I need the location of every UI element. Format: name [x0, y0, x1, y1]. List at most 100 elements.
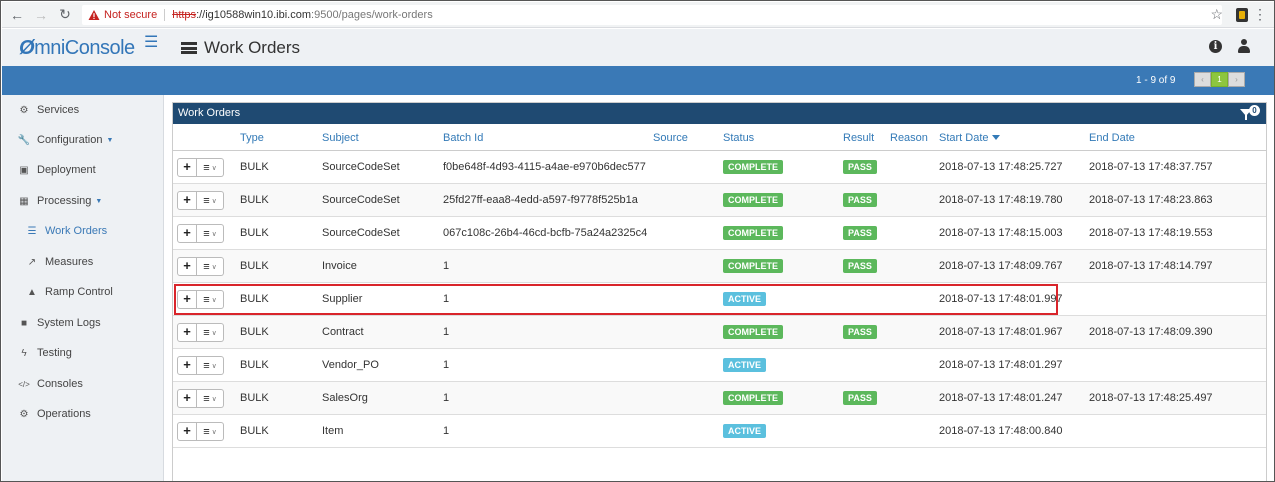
row-menu-button[interactable]: ≡ ∨ — [197, 224, 224, 243]
table-row[interactable]: + ≡ ∨ BULK Contract 1 COMPLETE PASS 2018-07-13 1… — [173, 316, 1266, 349]
sidebar-item-system-logs[interactable]: ■ System Logs — [18, 312, 101, 334]
page-title: Work Orders — [181, 38, 300, 58]
panel-title: Work Orders — [178, 107, 241, 119]
filter-count-badge: 0 — [1249, 105, 1260, 116]
row-actions: + ≡ ∨ — [177, 224, 224, 243]
sidebar-item-label: Testing — [37, 347, 72, 359]
cell-end-date: 2018-07-13 17:48:37.757 — [1089, 161, 1213, 173]
result-badge: PASS — [843, 160, 877, 174]
sidebar-item-work-orders[interactable]: ☰ Work Orders — [26, 220, 108, 242]
chevron-down-icon: ∨ — [211, 395, 217, 403]
reload-icon[interactable]: ↻ — [56, 6, 74, 24]
road-icon: ▲ — [27, 286, 37, 298]
expand-plus-button[interactable]: + — [177, 224, 197, 243]
filter-icon[interactable]: 0 — [1240, 105, 1260, 122]
user-icon[interactable] — [1238, 39, 1250, 53]
cell-batch-id: 1 — [443, 392, 450, 404]
cell-subject: SalesOrg — [322, 392, 368, 404]
column-header-batch-id[interactable]: Batch Id — [443, 132, 483, 144]
sidebar-item-services[interactable]: ⚙ Services — [18, 99, 80, 121]
cell-type: BULK — [240, 326, 269, 338]
column-header-start-date[interactable]: Start Date — [939, 132, 1000, 144]
status-badge: COMPLETE — [723, 160, 784, 174]
prev-page-button[interactable]: ‹ — [1194, 72, 1211, 87]
code-icon: </> — [18, 379, 30, 389]
column-header-type[interactable]: Type — [240, 132, 264, 144]
sidebar-item-testing[interactable]: ϟ Testing — [18, 342, 72, 364]
next-page-button[interactable]: › — [1228, 72, 1245, 87]
row-menu-button[interactable]: ≡ ∨ — [197, 422, 224, 441]
expand-plus-button[interactable]: + — [177, 356, 197, 375]
row-menu-button[interactable]: ≡ ∨ — [197, 191, 224, 210]
cell-end-date: 2018-07-13 17:48:19.553 — [1089, 227, 1213, 239]
app-logo[interactable]: ØmniConsole — [19, 37, 135, 60]
column-header-reason[interactable]: Reason — [890, 132, 928, 144]
cell-start-date: 2018-07-13 17:48:09.767 — [939, 260, 1063, 272]
cell-start-date: 2018-07-13 17:48:15.003 — [939, 227, 1063, 239]
expand-plus-button[interactable]: + — [177, 422, 197, 441]
table-row[interactable]: + ≡ ∨ BULK Item 1 ACTIVE 2018-07-13 17:48:00.84… — [173, 415, 1266, 448]
wrench-icon: 🔧 — [17, 134, 31, 146]
status-badge: COMPLETE — [723, 325, 784, 339]
row-menu-button[interactable]: ≡ ∨ — [197, 158, 224, 177]
sidebar-item-configuration[interactable]: 🔧 Configuration ▼ — [17, 129, 114, 151]
row-menu-button[interactable]: ≡ ∨ — [197, 389, 224, 408]
column-header-source[interactable]: Source — [653, 132, 688, 144]
sidebar-item-label: Deployment — [37, 164, 96, 176]
page-title-text: Work Orders — [204, 38, 301, 57]
expand-plus-button[interactable]: + — [177, 323, 197, 342]
expand-plus-button[interactable]: + — [177, 191, 197, 210]
url-path: :9500/pages/work-orders — [311, 9, 433, 21]
cell-subject: Invoice — [322, 260, 357, 272]
sort-desc-icon — [991, 135, 1000, 140]
page-1-button[interactable]: 1 — [1211, 72, 1228, 87]
cell-subject: Contract — [322, 326, 364, 338]
cell-start-date: 2018-07-13 17:48:25.727 — [939, 161, 1063, 173]
column-header-result[interactable]: Result — [843, 132, 874, 144]
table-row[interactable]: + ≡ ∨ BULK SalesOrg 1 COMPLETE PASS 2018-07-13 1… — [173, 382, 1266, 415]
table-row[interactable]: + ≡ ∨ BULK SourceCodeSet f0be648f-4d93-4115-a… — [173, 151, 1266, 184]
browser-toolbar: ← → ↻ Not secure https ://ig10588win10.i… — [2, 2, 1274, 28]
bookmark-star-icon[interactable]: ☆ — [1210, 6, 1223, 23]
sidebar-item-ramp-control[interactable]: ▲ Ramp Control — [26, 281, 113, 303]
sidebar-item-measures[interactable]: ↗ Measures — [26, 251, 94, 273]
result-badge: PASS — [843, 391, 877, 405]
forward-icon[interactable]: → — [32, 6, 50, 24]
sidebar-item-processing[interactable]: ▦ Processing ▼ — [18, 190, 102, 212]
logo-mark: Ø — [19, 37, 35, 59]
back-icon[interactable]: ← — [8, 6, 26, 24]
table-row[interactable]: + ≡ ∨ BULK Vendor_PO 1 ACTIVE 2018-07-13 17:48:… — [173, 349, 1266, 382]
expand-plus-button[interactable]: + — [177, 389, 197, 408]
table-row[interactable]: + ≡ ∨ BULK Invoice 1 COMPLETE PASS 2018-07-13 17… — [173, 250, 1266, 283]
column-header-end-date[interactable]: End Date — [1089, 132, 1135, 144]
browser-menu-icon[interactable]: ⋮ — [1253, 6, 1267, 23]
extension-icon[interactable] — [1236, 8, 1248, 22]
column-header-status[interactable]: Status — [723, 132, 754, 144]
cell-subject: SourceCodeSet — [322, 161, 400, 173]
expand-plus-button[interactable]: + — [177, 158, 197, 177]
column-header-label: Type — [240, 132, 264, 144]
row-menu-button[interactable]: ≡ ∨ — [197, 323, 224, 342]
info-icon[interactable]: i — [1209, 40, 1222, 53]
expand-plus-button[interactable]: + — [177, 257, 197, 276]
not-secure-label[interactable]: Not secure — [104, 9, 157, 21]
table-row[interactable]: + ≡ ∨ BULK SourceCodeSet 25fd27ff-eaa8-4edd-a… — [173, 184, 1266, 217]
table-row[interactable]: + ≡ ∨ BULK SourceCodeSet 067c108c-26b4-46cd-b… — [173, 217, 1266, 250]
address-bar[interactable]: Not secure https ://ig10588win10.ibi.com… — [82, 5, 1222, 25]
sidebar-item-label: System Logs — [37, 317, 101, 329]
cell-batch-id: 1 — [443, 260, 450, 272]
menu-lines-icon: ≡ — [203, 161, 210, 174]
status-badge: ACTIVE — [723, 358, 767, 372]
hamburger-menu-icon[interactable]: ☰ — [144, 32, 158, 52]
row-menu-button[interactable]: ≡ ∨ — [197, 257, 224, 276]
cell-batch-id: 1 — [443, 425, 450, 437]
column-header-subject[interactable]: Subject — [322, 132, 359, 144]
row-menu-button[interactable]: ≡ ∨ — [197, 356, 224, 375]
menu-lines-icon: ≡ — [203, 260, 210, 273]
cell-type: BULK — [240, 194, 269, 206]
cell-type: BULK — [240, 227, 269, 239]
sidebar-item-consoles[interactable]: </> Consoles — [18, 373, 83, 395]
sidebar-item-deployment[interactable]: ▣ Deployment — [18, 159, 96, 181]
chevron-down-icon: ∨ — [211, 230, 217, 238]
sidebar-item-operations[interactable]: ⚙ Operations — [18, 403, 91, 425]
